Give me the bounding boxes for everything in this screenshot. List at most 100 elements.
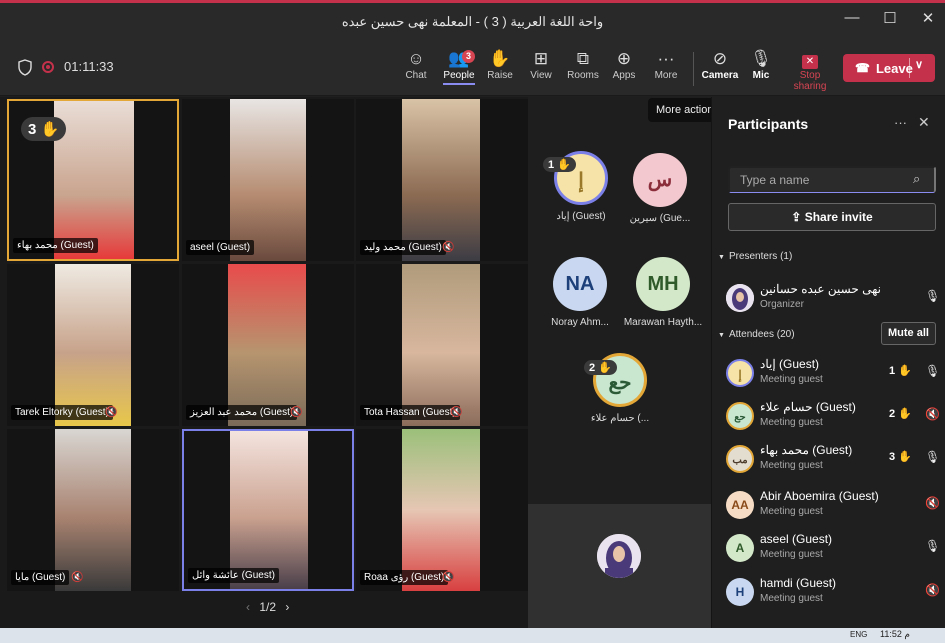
- avatar: حع: [726, 402, 754, 430]
- leave-button[interactable]: ☎ Leave ∨: [843, 54, 935, 82]
- video-tile[interactable]: Roaa رؤى (Guest) 🔇: [356, 429, 528, 591]
- video-tile[interactable]: محمد وليد (Guest) 🔇: [356, 99, 528, 261]
- chat-button[interactable]: ☺ Chat: [394, 48, 438, 90]
- video-tile[interactable]: 3 ✋ محمد بهاء (Guest): [7, 99, 179, 261]
- participant-row[interactable]: إ إياد (Guest) Meeting guest 1 ✋ 🎙: [726, 354, 940, 394]
- maximize-icon[interactable]: ☐: [881, 9, 899, 27]
- chevron-right-icon[interactable]: ›: [285, 600, 289, 614]
- apps-icon: ⊕: [616, 49, 632, 68]
- participant-video: [402, 264, 480, 426]
- search-icon[interactable]: ⌕: [913, 171, 920, 187]
- camera-button[interactable]: ⊘ Camera: [698, 48, 742, 90]
- presenters-header[interactable]: ▼ Presenters (1): [718, 251, 792, 262]
- video-tile[interactable]: عائشة وائل (Guest): [182, 429, 354, 591]
- meeting-timer: 01:11:33: [64, 59, 114, 74]
- chevron-left-icon[interactable]: ‹: [246, 600, 250, 614]
- mic-off-icon: 🔇: [71, 572, 84, 583]
- raised-hand-badge: 3 ✋: [889, 451, 912, 463]
- participant-role: Meeting guest: [760, 549, 823, 560]
- hand-icon: ✋: [598, 362, 612, 374]
- hand-icon: ✋: [557, 159, 571, 171]
- more-icon[interactable]: ···: [894, 115, 907, 130]
- avatar: A: [726, 534, 754, 562]
- apps-button[interactable]: ⊕ Apps: [602, 48, 646, 90]
- title-bar: واحة اللغة العربية ( 3 ) - المعلمة نهى ح…: [0, 0, 945, 40]
- video-tile[interactable]: Tarek Eltorky (Guest) 🔇: [7, 264, 179, 426]
- self-video-preview[interactable]: [528, 504, 711, 628]
- toolbar-divider: [693, 52, 694, 86]
- chat-icon: ☺: [407, 49, 425, 68]
- avatar: مب: [726, 445, 754, 473]
- participant-avatar-tile[interactable]: MH Marawan Hayth...: [623, 257, 703, 328]
- avatar: [597, 534, 641, 578]
- participant-name: aseel (Guest): [760, 532, 833, 546]
- participant-row[interactable]: نهى حسين عبده حسانين Organizer 🎙: [726, 279, 940, 319]
- stop-share-icon: ✕: [802, 55, 818, 69]
- grid-pager: ‹ 1/2 ›: [240, 600, 295, 614]
- mic-button[interactable]: 🎙 Mic: [739, 48, 783, 90]
- raise-hand-button[interactable]: ✋ Raise: [478, 48, 522, 90]
- video-grid: 3 ✋ محمد بهاء (Guest) aseel (Guest) محمد…: [0, 97, 528, 643]
- mic-off-icon: 🔇: [290, 407, 303, 418]
- camera-off-icon: ⊘: [712, 49, 728, 68]
- video-tile[interactable]: Tota Hassan (Guest) 🔇: [356, 264, 528, 426]
- participant-name: مايا (Guest): [11, 570, 70, 585]
- participant-role: Meeting guest: [760, 460, 823, 471]
- rooms-button[interactable]: ⧉ Rooms: [561, 48, 605, 90]
- mute-all-button[interactable]: Mute all: [881, 322, 936, 345]
- share-invite-button[interactable]: ⇪ Share invite: [728, 203, 936, 231]
- search-input[interactable]: [728, 166, 936, 193]
- participant-role: Meeting guest: [760, 374, 823, 385]
- avatar: إ: [726, 359, 754, 387]
- mic-icon: 🎙: [925, 364, 941, 378]
- people-button[interactable]: 👥 3 People: [437, 48, 481, 90]
- video-tile[interactable]: محمد عبد العزيز (Guest) 🔇: [182, 264, 354, 426]
- participant-video: [230, 99, 306, 261]
- hand-icon: ✋: [489, 49, 511, 68]
- participant-avatar-tile[interactable]: س سيرين (Gue...: [623, 153, 697, 224]
- share-icon: ⇪: [791, 210, 802, 224]
- mic-icon: 🎙: [750, 49, 772, 68]
- participant-row[interactable]: مب محمد بهاء (Guest) Meeting guest 3 ✋ 🎙: [726, 440, 940, 480]
- participant-row[interactable]: A aseel (Guest) Meeting guest 🎙: [726, 529, 940, 569]
- participant-name: aseel (Guest): [186, 240, 255, 255]
- participant-row[interactable]: حع حسام علاء (Guest) Meeting guest 2 ✋ 🔇: [726, 397, 940, 437]
- rooms-icon: ⧉: [576, 49, 590, 68]
- close-icon[interactable]: ✕: [918, 114, 930, 131]
- participant-name: محمد بهاء (Guest): [13, 238, 98, 253]
- participant-avatar-tile[interactable]: NA Noray Ahm...: [540, 257, 620, 328]
- participant-name: عائشة وائل (Guest): [188, 568, 279, 583]
- shield-icon[interactable]: [18, 59, 32, 76]
- phone-icon: ☎: [855, 61, 870, 75]
- participant-name: hamdi (Guest): [760, 576, 837, 590]
- video-tile[interactable]: مايا (Guest) 🔇: [7, 429, 179, 591]
- minimize-icon[interactable]: —: [843, 9, 861, 27]
- participant-name: حسام علاء (...: [590, 413, 650, 424]
- mic-icon: 🎙: [925, 289, 941, 303]
- participant-row[interactable]: H hamdi (Guest) Meeting guest 🔇: [726, 573, 940, 613]
- participant-role: Organizer: [760, 299, 804, 310]
- taskbar-clock[interactable]: 11:52 م: [880, 629, 910, 640]
- participant-name: Marawan Hayth...: [623, 317, 703, 328]
- participant-name: محمد وليد (Guest): [360, 240, 446, 255]
- participant-name: محمد بهاء (Guest): [760, 443, 853, 457]
- video-tile[interactable]: aseel (Guest): [182, 99, 354, 261]
- window-controls: — ☐ ✕: [843, 9, 937, 27]
- meeting-toolbar: 01:11:33 ☺ Chat 👥 3 People ✋ Raise ⊞ Vie…: [0, 40, 945, 96]
- more-button[interactable]: ··· More: [644, 48, 688, 90]
- participant-name: سيرين (Gue...: [629, 213, 691, 224]
- close-icon[interactable]: ✕: [919, 9, 937, 27]
- mic-icon: 🎙: [925, 450, 941, 464]
- attendees-header[interactable]: ▼ Attendees (20): [718, 329, 795, 340]
- participant-video: [54, 101, 134, 259]
- participant-name: Abir Aboemira (Guest): [760, 489, 879, 503]
- chevron-down-icon[interactable]: ∨: [915, 58, 923, 71]
- mic-off-icon: 🔇: [442, 242, 455, 253]
- participant-row[interactable]: AA Abir Aboemira (Guest) Meeting guest 🔇: [726, 486, 940, 526]
- view-button[interactable]: ⊞ View: [519, 48, 563, 90]
- stop-sharing-button[interactable]: ✕ Stop sharing: [782, 48, 838, 92]
- raised-hand-badge: 3 ✋: [21, 117, 67, 141]
- recording-icon: [42, 61, 54, 73]
- participant-name: Noray Ahm...: [551, 317, 609, 328]
- language-indicator[interactable]: ENG: [850, 630, 867, 639]
